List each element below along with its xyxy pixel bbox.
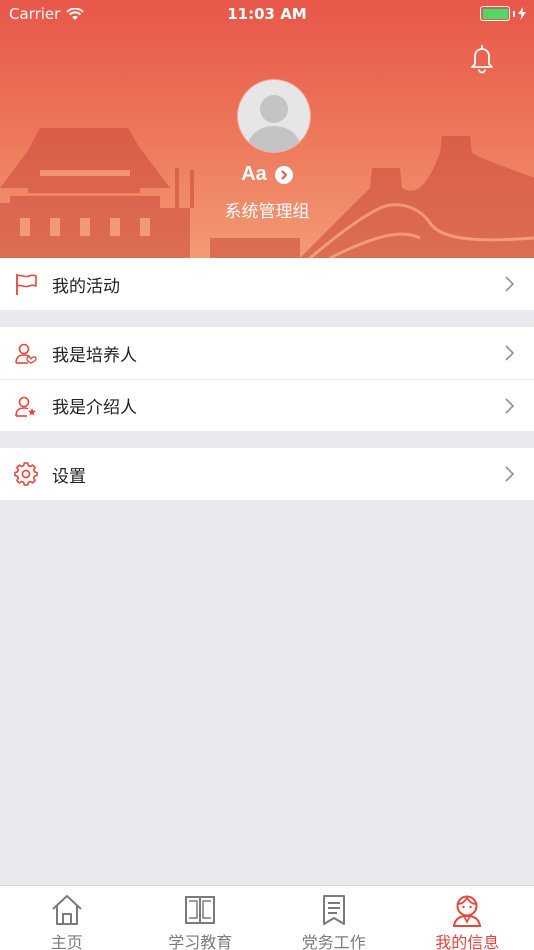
menu-item-my-activities[interactable]: 我的活动 bbox=[0, 258, 534, 310]
cultivator-person-icon bbox=[15, 343, 37, 364]
battery-indicator bbox=[480, 6, 526, 21]
status-time: 11:03 AM bbox=[227, 5, 307, 23]
tab-party-affairs[interactable]: 党务工作 bbox=[267, 886, 401, 950]
gear-icon bbox=[14, 462, 38, 486]
charging-bolt-icon bbox=[518, 7, 526, 20]
default-avatar-icon bbox=[238, 80, 310, 152]
chevron-right-icon bbox=[505, 345, 514, 361]
battery-icon bbox=[480, 6, 510, 21]
menu-group-settings: 设置 bbox=[0, 448, 534, 500]
menu-label-settings: 设置 bbox=[52, 466, 86, 487]
tab-label-study: 学习教育 bbox=[168, 933, 233, 950]
chevron-right-icon bbox=[505, 466, 514, 482]
tab-study[interactable]: 学习教育 bbox=[134, 886, 268, 950]
book-icon bbox=[185, 896, 216, 924]
user-group-label: 系统管理组 bbox=[224, 202, 310, 222]
document-icon bbox=[322, 895, 345, 925]
notification-bell-icon[interactable] bbox=[466, 42, 498, 74]
tab-label-home: 主页 bbox=[50, 933, 83, 950]
tab-home[interactable]: 主页 bbox=[0, 886, 134, 950]
tab-label-party-affairs: 党务工作 bbox=[301, 933, 366, 950]
tab-my-info[interactable]: 我的信息 bbox=[401, 886, 534, 950]
menu-label-introducer: 我是介绍人 bbox=[52, 398, 137, 418]
menu-item-introducer[interactable]: 我是介绍人 bbox=[0, 379, 534, 431]
introducer-person-icon bbox=[15, 396, 36, 417]
chevron-right-icon bbox=[505, 276, 514, 292]
status-bar: Carrier 11:03 AM bbox=[0, 0, 534, 28]
menu-label-my-activities: 我的活动 bbox=[52, 276, 120, 297]
profile-header: Carrier 11:03 AM Aa 系统管理组 bbox=[0, 0, 534, 258]
bottom-tab-bar: 主页 学习教育 党务工作 我的信息 bbox=[0, 885, 534, 950]
user-name-row[interactable]: Aa bbox=[0, 163, 534, 186]
profile-detail-arrow-icon[interactable] bbox=[274, 165, 293, 184]
menu-label-cultivator: 我是培养人 bbox=[52, 345, 137, 366]
menu-item-settings[interactable]: 设置 bbox=[0, 448, 534, 500]
profile-icon bbox=[453, 895, 482, 927]
menu-item-cultivator[interactable]: 我是培养人 bbox=[0, 327, 534, 379]
home-icon bbox=[52, 895, 82, 925]
menu-group-activities: 我的活动 bbox=[0, 258, 534, 310]
chevron-right-icon bbox=[505, 398, 514, 414]
user-avatar[interactable] bbox=[238, 80, 310, 152]
menu-group-roles: 我是培养人 我是介绍人 bbox=[0, 327, 534, 431]
user-name: Aa bbox=[241, 163, 267, 185]
flag-icon bbox=[16, 274, 37, 295]
tab-label-my-info: 我的信息 bbox=[435, 933, 500, 950]
